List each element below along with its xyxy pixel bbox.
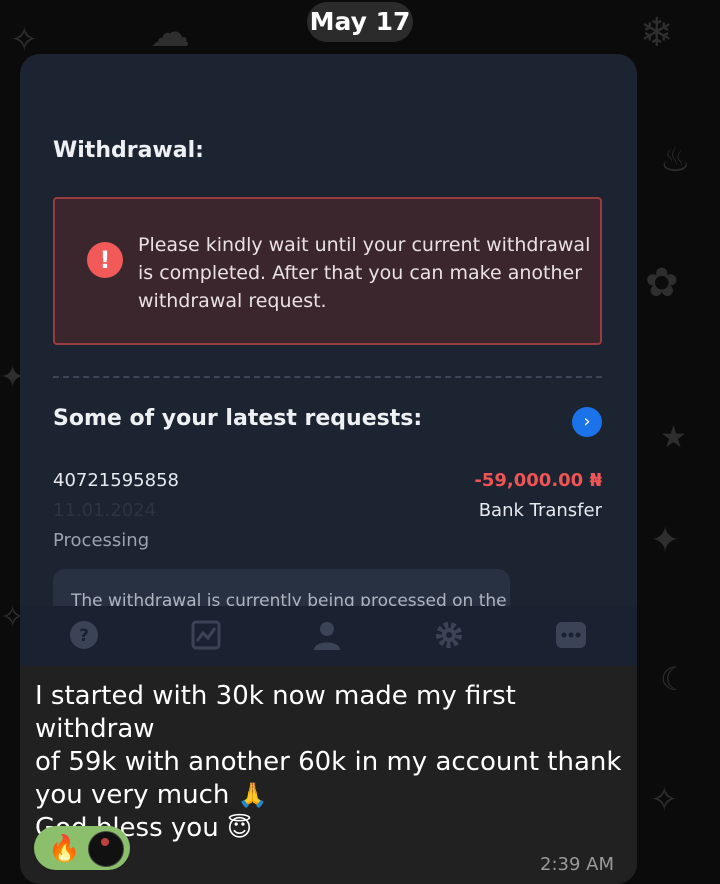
request-date: 11.01.2024 bbox=[53, 500, 157, 521]
chat-icon[interactable] bbox=[554, 618, 588, 652]
message-line: of 59k with another 60k in my account th… bbox=[35, 747, 622, 777]
chevron-right-icon[interactable]: › bbox=[572, 407, 602, 437]
message-line-text: you very much bbox=[35, 780, 230, 810]
withdrawal-title: Withdrawal: bbox=[53, 138, 204, 163]
user-icon[interactable] bbox=[310, 618, 344, 652]
message-line: I started with 30k now made my first wit… bbox=[35, 681, 516, 744]
message-text: I started with 30k now made my first wit… bbox=[35, 680, 625, 845]
message-time: 2:39 AM bbox=[540, 854, 614, 875]
pray-emoji: 🙏 bbox=[237, 781, 268, 809]
reaction-chip[interactable]: 🔥 bbox=[34, 826, 130, 870]
chart-icon[interactable] bbox=[189, 618, 223, 652]
angel-emoji: 😇 bbox=[226, 814, 252, 842]
gear-icon[interactable] bbox=[432, 618, 466, 652]
request-method: Bank Transfer bbox=[478, 500, 602, 521]
request-amount: -59,000.00 ₦ bbox=[474, 470, 602, 491]
bottom-tab-bar: ? bbox=[20, 606, 637, 666]
alert-message: Please kindly wait until your current wi… bbox=[138, 234, 591, 312]
latest-requests-title: Some of your latest requests: bbox=[53, 406, 423, 431]
message-bubble[interactable]: Withdrawal: ! Please kindly wait until y… bbox=[20, 54, 637, 884]
help-icon[interactable]: ? bbox=[67, 618, 101, 652]
request-id: 40721595858 bbox=[53, 470, 179, 491]
svg-text:?: ? bbox=[79, 626, 89, 646]
withdrawal-screenshot-image[interactable]: Withdrawal: ! Please kindly wait until y… bbox=[20, 54, 637, 666]
date-separator: May 17 bbox=[307, 2, 413, 42]
reactor-avatar bbox=[88, 831, 124, 867]
pending-withdrawal-alert: ! Please kindly wait until your current … bbox=[53, 197, 602, 345]
request-status: Processing bbox=[53, 530, 150, 551]
message-line: you very much 🙏 bbox=[35, 779, 625, 812]
alert-icon: ! bbox=[87, 242, 123, 278]
dashed-divider bbox=[53, 376, 602, 378]
fire-reaction-emoji: 🔥 bbox=[48, 833, 81, 863]
